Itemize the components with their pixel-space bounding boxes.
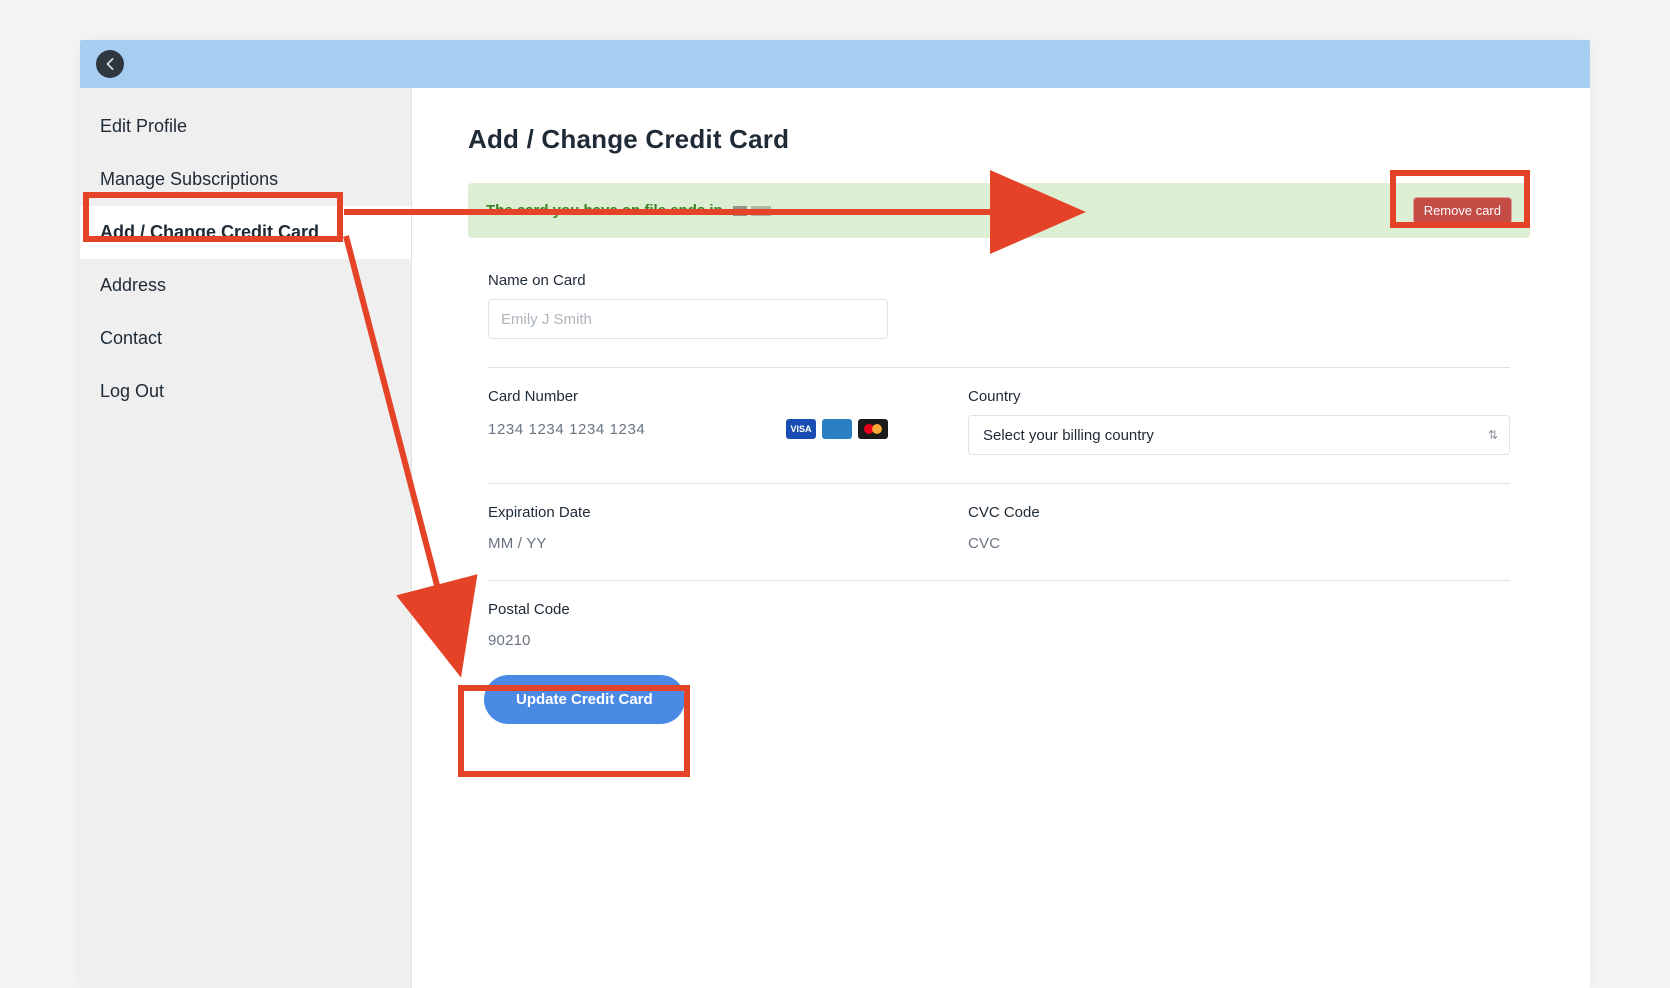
main-panel: Add / Change Credit Card The card you ha… (412, 88, 1590, 988)
sidebar-item-label: Address (100, 275, 166, 295)
update-credit-card-button[interactable]: Update Credit Card (484, 675, 685, 724)
sidebar-item-label: Contact (100, 328, 162, 348)
alert-text: The card you have on file ends in (486, 202, 771, 219)
sidebar-item-label: Manage Subscriptions (100, 169, 278, 189)
sidebar: Edit Profile Manage Subscriptions Add / … (80, 88, 412, 988)
remove-card-label: Remove card (1424, 203, 1501, 218)
top-header (80, 40, 1590, 88)
card-number-label: Card Number (488, 388, 908, 405)
cvc-input[interactable]: CVC (968, 535, 1510, 552)
divider (488, 580, 1510, 581)
country-label: Country (968, 388, 1510, 405)
card-brand-icons: VISA (786, 419, 888, 439)
chevron-left-icon (105, 58, 115, 70)
cvc-placeholder: CVC (968, 535, 1000, 552)
expiration-date-label: Expiration Date (488, 504, 908, 521)
country-select[interactable]: Select your billing country (968, 415, 1510, 455)
divider (488, 367, 1510, 368)
sidebar-item-address[interactable]: Address (80, 259, 411, 312)
cvc-label: CVC Code (968, 504, 1510, 521)
sidebar-item-add-change-credit-card[interactable]: Add / Change Credit Card (80, 206, 411, 259)
update-credit-card-label: Update Credit Card (516, 691, 653, 708)
sidebar-item-manage-subscriptions[interactable]: Manage Subscriptions (80, 153, 411, 206)
page-title: Add / Change Credit Card (468, 124, 1530, 155)
stored-card-alert: The card you have on file ends in Remove… (468, 183, 1530, 238)
sidebar-item-log-out[interactable]: Log Out (80, 365, 411, 418)
sidebar-item-label: Log Out (100, 381, 164, 401)
sidebar-item-contact[interactable]: Contact (80, 312, 411, 365)
postal-placeholder: 90210 (488, 632, 531, 649)
remove-card-button[interactable]: Remove card (1413, 197, 1512, 224)
card-number-input[interactable]: 1234 1234 1234 1234 VISA (488, 419, 888, 439)
expiration-placeholder: MM / YY (488, 535, 547, 552)
alert-main-text: The card you have on file ends in (486, 202, 723, 219)
credit-card-form: Name on Card Card Number 1234 1234 1234 … (468, 272, 1530, 724)
sidebar-item-label: Add / Change Credit Card (100, 222, 319, 242)
card-number-placeholder: 1234 1234 1234 1234 (488, 421, 645, 438)
app-window: Edit Profile Manage Subscriptions Add / … (80, 40, 1590, 988)
expiration-date-input[interactable]: MM / YY (488, 535, 908, 552)
amex-icon (822, 419, 852, 439)
postal-code-input[interactable]: 90210 (488, 632, 1510, 649)
mastercard-icon (858, 419, 888, 439)
name-on-card-input[interactable] (488, 299, 888, 339)
sidebar-item-edit-profile[interactable]: Edit Profile (80, 100, 411, 153)
redacted-digits-icon (733, 206, 771, 216)
postal-code-label: Postal Code (488, 601, 1510, 618)
name-on-card-label: Name on Card (488, 272, 1510, 289)
back-button[interactable] (96, 50, 124, 78)
sidebar-item-label: Edit Profile (100, 116, 187, 136)
visa-icon: VISA (786, 419, 816, 439)
divider (488, 483, 1510, 484)
